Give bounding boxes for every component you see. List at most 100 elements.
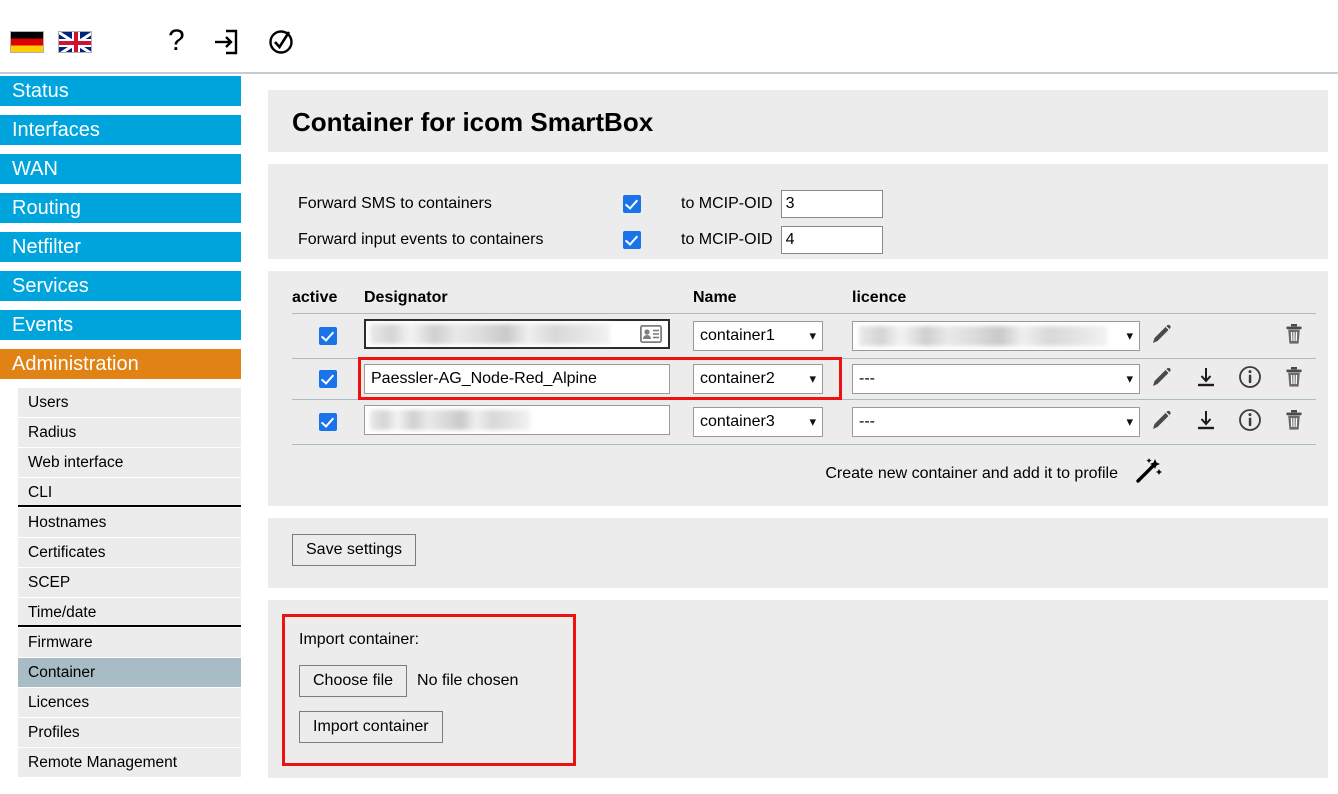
row-active-checkbox[interactable] (319, 327, 337, 345)
german-flag-icon[interactable] (10, 31, 44, 53)
sidebar-subitem-hostnames[interactable]: Hostnames (18, 508, 241, 537)
forwarding-row: Forward input events to containers to MCI… (298, 222, 1328, 258)
sidebar-item-events[interactable]: Events (0, 310, 241, 340)
chevron-down-icon: ▾ (809, 414, 816, 430)
redacted-text (859, 326, 1107, 346)
licence-select[interactable]: ▾ (852, 321, 1140, 351)
sidebar-item-status[interactable]: Status (0, 76, 241, 106)
no-file-chosen-text: No file chosen (417, 672, 518, 690)
download-icon[interactable] (1193, 407, 1219, 437)
address-card-icon[interactable] (640, 325, 662, 347)
sidebar-sub-nav: UsersRadiusWeb interfaceCLIHostnamesCert… (0, 388, 241, 777)
sidebar-main-nav: Status Interfaces WAN Routing Netfilter Servi… (0, 76, 241, 379)
page-title: Container for icom SmartBox (268, 90, 1328, 138)
forwarding-label: Forward input events to containers (298, 231, 623, 249)
container-table-panel: active Designator Name licence container… (268, 271, 1328, 506)
forwarding-panel: Forward SMS to containersto MCIP-OIDForw… (268, 164, 1328, 259)
empty-cell (1228, 314, 1272, 359)
sidebar-subitem-remote-management[interactable]: Remote Management (18, 748, 241, 777)
choose-file-button[interactable]: Choose file (299, 665, 407, 697)
sidebar-subitem-certificates[interactable]: Certificates (18, 538, 241, 567)
info-icon[interactable] (1237, 407, 1263, 437)
check-circle-icon[interactable] (266, 26, 296, 60)
edit-icon[interactable] (1149, 407, 1175, 437)
container-name-select[interactable]: container2 ▾ (693, 364, 823, 394)
edit-cell (1140, 359, 1184, 400)
delete-cell (1272, 400, 1316, 445)
row-active-checkbox[interactable] (319, 370, 337, 388)
container-name-select[interactable]: container3▾ (693, 407, 823, 437)
chevron-down-icon: ▾ (1126, 414, 1133, 430)
licence-value: --- (859, 413, 875, 431)
table-header-row: active Designator Name licence (292, 289, 1316, 314)
header-active: active (292, 289, 364, 314)
sidebar-item-wan[interactable]: WAN (0, 154, 241, 184)
import-panel: Import container: Choose file No file ch… (268, 600, 1328, 778)
save-settings-button[interactable]: Save settings (292, 534, 416, 566)
container-name-value: container2 (700, 370, 775, 388)
sidebar-subitem-scep[interactable]: SCEP (18, 568, 241, 597)
licence-select[interactable]: ---▾ (852, 364, 1140, 394)
magic-wand-icon[interactable] (1134, 457, 1162, 490)
sidebar-subitem-web-interface[interactable]: Web interface (18, 448, 241, 477)
licence-cell: ---▾ (838, 359, 1140, 400)
save-panel: Save settings (268, 518, 1328, 588)
help-icon[interactable]: ? (168, 26, 185, 56)
active-cell (292, 400, 364, 445)
delete-icon[interactable] (1281, 407, 1307, 437)
container-table: active Designator Name licence container… (292, 289, 1316, 445)
licence-cell: --- ▾ (838, 400, 1140, 445)
sidebar-subitem-time-date[interactable]: Time/date (18, 598, 241, 627)
delete-cell (1272, 359, 1316, 400)
login-icon[interactable] (210, 26, 240, 60)
row-active-checkbox[interactable] (319, 413, 337, 431)
edit-cell (1140, 314, 1184, 359)
table-row: Paessler-AG_Node-Red_Alpine container2 ▾ --… (292, 359, 1316, 400)
container-name-select[interactable]: container1 ▾ (693, 321, 823, 351)
sidebar-subitem-profiles[interactable]: Profiles (18, 718, 241, 747)
sidebar-subitem-licences[interactable]: Licences (18, 688, 241, 717)
designator-cell: Paessler-AG_Node-Red_Alpine (364, 359, 679, 400)
sidebar-item-routing[interactable]: Routing (0, 193, 241, 223)
download-icon[interactable] (1193, 364, 1219, 394)
table-row: container3▾ --- ▾ (292, 400, 1316, 445)
sidebar-item-interfaces[interactable]: Interfaces (0, 115, 241, 145)
sidebar-subitem-firmware[interactable]: Firmware (18, 628, 241, 657)
forwarding-row: Forward SMS to containersto MCIP-OID (298, 186, 1328, 222)
create-container-label: Create new container and add it to profi… (825, 465, 1118, 483)
english-flag-icon[interactable] (58, 31, 92, 53)
create-container-row[interactable]: Create new container and add it to profi… (268, 457, 1162, 490)
delete-icon[interactable] (1281, 321, 1307, 351)
mcip-oid-label: to MCIP-OID (681, 231, 773, 249)
licence-select[interactable]: --- ▾ (852, 407, 1140, 437)
designator-cell (364, 314, 679, 359)
mcip-oid-input[interactable] (781, 190, 883, 218)
sidebar-item-netfilter[interactable]: Netfilter (0, 232, 241, 262)
edit-cell (1140, 400, 1184, 445)
title-panel: Container for icom SmartBox (268, 90, 1328, 152)
info-icon[interactable] (1237, 364, 1263, 394)
edit-icon[interactable] (1149, 364, 1175, 394)
import-container-button[interactable]: Import container (299, 711, 443, 743)
sidebar-subitem-radius[interactable]: Radius (18, 418, 241, 447)
forwarding-checkbox[interactable] (623, 231, 641, 249)
container-name-value: container1 (700, 327, 775, 345)
sidebar-subitem-users[interactable]: Users (18, 388, 241, 417)
sidebar-item-services[interactable]: Services (0, 271, 241, 301)
mcip-oid-input[interactable] (781, 226, 883, 254)
sidebar-subitem-container[interactable]: Container (18, 658, 241, 687)
empty-cell (1184, 314, 1228, 359)
download-cell (1184, 359, 1228, 400)
chevron-down-icon: ▾ (809, 371, 816, 387)
import-container-box: Import container: Choose file No file ch… (282, 614, 576, 766)
sidebar-item-administration[interactable]: Administration (0, 349, 241, 379)
designator-input[interactable]: Paessler-AG_Node-Red_Alpine (364, 364, 670, 394)
header-licence: licence (838, 289, 1140, 314)
chevron-down-icon: ▾ (809, 328, 816, 344)
delete-icon[interactable] (1281, 364, 1307, 394)
forwarding-checkbox[interactable] (623, 195, 641, 213)
active-cell (292, 359, 364, 400)
mcip-oid-label: to MCIP-OID (681, 195, 773, 213)
edit-icon[interactable] (1149, 321, 1175, 351)
sidebar-subitem-cli[interactable]: CLI (18, 478, 241, 507)
